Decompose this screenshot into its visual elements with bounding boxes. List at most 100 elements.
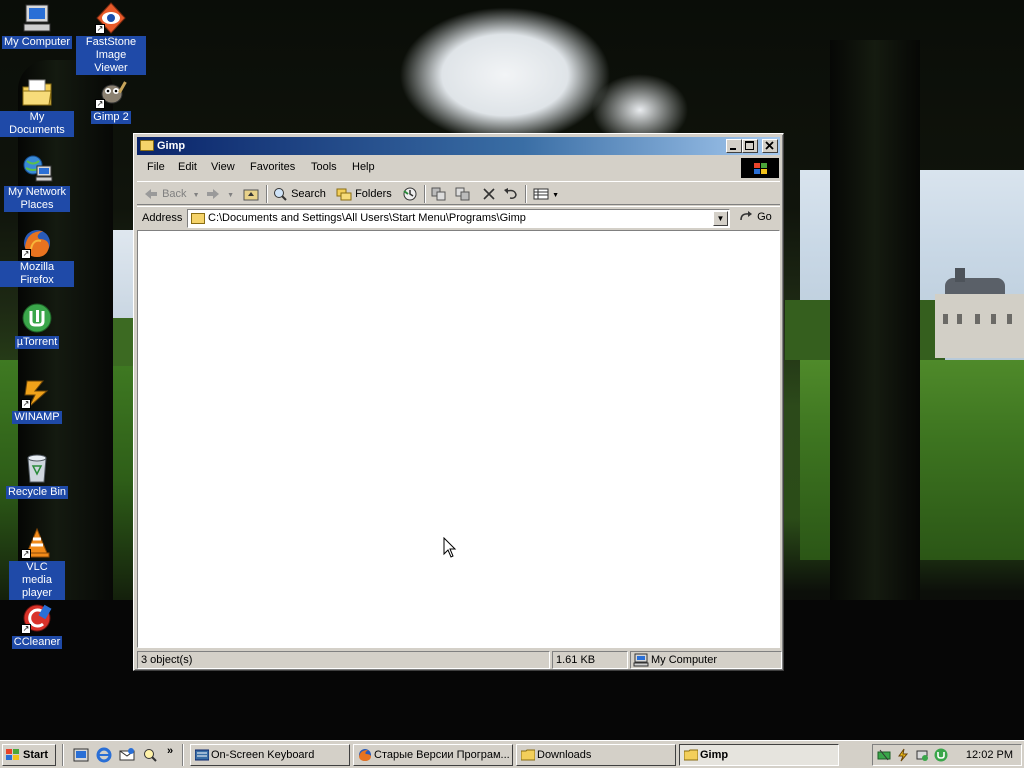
back-arrow-icon: [145, 189, 157, 200]
task-button-firefox[interactable]: Старые Версии Програм...: [353, 744, 513, 766]
taskbar: Start » On-Screen Keyboard Старые Версии…: [0, 740, 1024, 768]
desktop-icon-label: Gimp 2: [91, 111, 131, 124]
menu-favorites[interactable]: Favorites: [250, 161, 295, 173]
go-button[interactable]: Go: [738, 210, 772, 224]
safely-remove-hardware-icon[interactable]: [877, 748, 891, 762]
taskbar-separator: [62, 744, 64, 766]
desktop-icon-label: My Network Places: [4, 186, 70, 212]
address-input[interactable]: C:\Documents and Settings\All Users\Star…: [187, 209, 730, 228]
search-icon[interactable]: [142, 747, 158, 763]
task-button-gimp[interactable]: Gimp: [679, 744, 839, 766]
menu-help[interactable]: Help: [352, 161, 375, 173]
go-arrow-icon: [740, 211, 752, 221]
folders-icon: [336, 188, 352, 201]
power-icon[interactable]: [896, 748, 910, 762]
taskbar-separator: [182, 744, 184, 766]
views-icon: [533, 188, 549, 200]
faststone-icon: ↗: [95, 2, 127, 34]
toolbar-separator: [266, 185, 268, 203]
desktop-icon-network-places[interactable]: My Network Places: [0, 152, 74, 212]
go-label: Go: [757, 210, 772, 223]
folders-label: Folders: [355, 188, 392, 200]
status-zone-label: My Computer: [651, 654, 718, 666]
maximize-button[interactable]: [742, 139, 758, 153]
outlook-express-icon[interactable]: [119, 747, 135, 763]
recycle-bin-icon: [21, 452, 53, 484]
internet-explorer-icon[interactable]: [96, 747, 112, 763]
wallpaper-tree-right: [830, 40, 920, 610]
folders-button[interactable]: Folders: [336, 185, 392, 203]
menu-edit[interactable]: Edit: [178, 161, 197, 173]
windows-flag-icon: [6, 749, 19, 760]
utorrent-icon[interactable]: [934, 748, 948, 762]
back-label: Back: [162, 188, 187, 200]
folder-icon: [521, 749, 535, 761]
folder-icon: [140, 140, 154, 151]
up-folder-button[interactable]: [243, 185, 259, 203]
gimp-icon: ↗: [95, 77, 127, 109]
desktop-icon-winamp[interactable]: ↗ WINAMP: [0, 377, 74, 424]
search-label: Search: [291, 188, 326, 200]
menu-bar: File Edit View Favorites Tools Help: [137, 157, 780, 179]
desktop-icon-firefox[interactable]: ↗ Mozilla Firefox: [0, 227, 74, 287]
desktop-icon-label: VLC media player: [9, 561, 65, 600]
search-button[interactable]: Search: [272, 185, 326, 203]
minimize-button[interactable]: [726, 139, 742, 153]
desktop-icon-label: µTorrent: [14, 336, 60, 349]
my-computer-icon: [21, 2, 53, 34]
task-label: Downloads: [537, 749, 592, 761]
forward-button[interactable]: ▼: [205, 185, 234, 203]
desktop-icon-faststone[interactable]: ↗ FastStone Image Viewer: [74, 2, 148, 75]
up-folder-icon: [243, 189, 259, 201]
views-button[interactable]: ▼: [533, 185, 559, 203]
menu-file[interactable]: File: [147, 161, 165, 173]
desktop-icon-label: My Documents: [0, 111, 74, 137]
menu-view[interactable]: View: [211, 161, 235, 173]
wallpaper-chateau: [935, 268, 1024, 358]
menu-tools[interactable]: Tools: [311, 161, 337, 173]
clock[interactable]: 12:02 PM: [966, 749, 1013, 761]
system-tray: 12:02 PM: [872, 744, 1022, 766]
show-desktop-icon[interactable]: [73, 747, 89, 763]
search-icon: [274, 188, 287, 201]
copy-to-button[interactable]: [455, 185, 471, 203]
history-icon: [403, 187, 417, 201]
history-button[interactable]: [402, 185, 418, 203]
folder-contents-pane[interactable]: [137, 230, 780, 648]
delete-button[interactable]: [481, 185, 497, 203]
folder-icon: [684, 749, 698, 761]
toolbar-separator: [424, 185, 426, 203]
window-title: Gimp: [157, 140, 186, 152]
explorer-window[interactable]: Gimp File Edit View Favorites Tools Help…: [133, 133, 784, 671]
chevron-down-icon: ▼: [552, 192, 559, 199]
desktop-icon-label: Mozilla Firefox: [0, 261, 74, 287]
desktop-icon-gimp[interactable]: ↗ Gimp 2: [74, 77, 148, 124]
task-button-downloads[interactable]: Downloads: [516, 744, 676, 766]
task-label: On-Screen Keyboard: [211, 749, 315, 761]
start-button[interactable]: Start: [2, 744, 56, 766]
address-label: Address: [142, 212, 183, 224]
chevron-down-icon: ▼: [192, 192, 200, 199]
window-title-bar[interactable]: Gimp: [137, 137, 780, 155]
task-button-on-screen-keyboard[interactable]: On-Screen Keyboard: [190, 744, 350, 766]
desktop-icon-label: Recycle Bin: [5, 486, 69, 499]
address-dropdown-button[interactable]: ▼: [713, 211, 728, 226]
mouse-pointer-icon: [443, 537, 457, 558]
status-object-count: 3 object(s): [137, 651, 550, 669]
network-icon[interactable]: [915, 748, 929, 762]
desktop-icon-my-documents[interactable]: My Documents: [0, 77, 74, 137]
undo-button[interactable]: [503, 185, 519, 203]
desktop-icon-vlc[interactable]: ↗ VLC media player: [0, 527, 74, 600]
copy-to-icon: [455, 187, 470, 201]
quick-launch-overflow-icon[interactable]: »: [167, 745, 183, 761]
back-button[interactable]: Back ▼: [143, 185, 200, 203]
move-to-button[interactable]: [431, 185, 447, 203]
forward-arrow-icon: [207, 189, 219, 200]
desktop-icon-utorrent[interactable]: µTorrent: [0, 302, 74, 349]
desktop-icon-ccleaner[interactable]: ↗ CCleaner: [0, 602, 74, 649]
firefox-icon: [359, 749, 371, 761]
address-bar: Address C:\Documents and Settings\All Us…: [137, 206, 780, 229]
desktop-icon-recycle-bin[interactable]: Recycle Bin: [0, 452, 74, 499]
close-button[interactable]: [762, 139, 778, 153]
desktop-icon-my-computer[interactable]: My Computer: [0, 2, 74, 49]
